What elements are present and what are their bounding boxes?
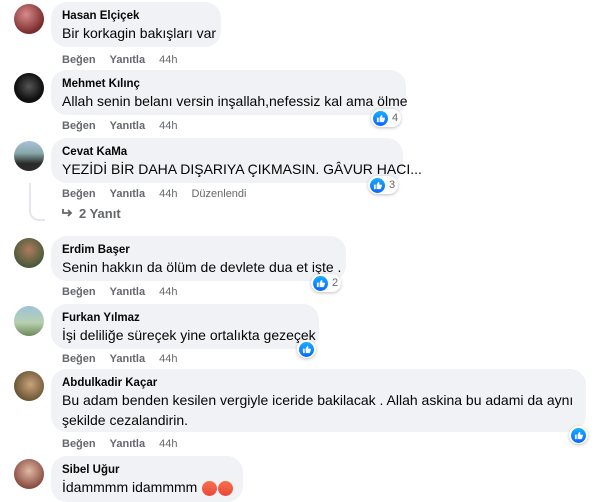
comment-text: Bu adam benden kesilen vergiyle iceride … bbox=[62, 392, 574, 408]
like-reaction-icon bbox=[571, 427, 586, 443]
comment-author[interactable]: Abdulkadir Kaçar bbox=[62, 377, 157, 389]
like-button[interactable]: Beğen bbox=[62, 286, 96, 298]
reply-button[interactable]: Yanıtla bbox=[110, 286, 145, 298]
avatar[interactable] bbox=[14, 371, 44, 401]
avatar[interactable] bbox=[14, 73, 44, 103]
edited-label[interactable]: Düzenlendi bbox=[191, 188, 246, 200]
comment-actions: Beğen Yanıtla 44h Düzenlendi bbox=[62, 188, 261, 200]
comment-bubble: Mehmet Kılınç Allah senin belanı versin … bbox=[51, 70, 408, 115]
reply-button[interactable]: Yanıtla bbox=[110, 188, 145, 200]
comment-bubble: Furkan Yılmaz İşi deliliğe süreçek yine … bbox=[51, 304, 319, 349]
thread-line bbox=[29, 183, 45, 221]
comment-bubble: Erdim Başer Senin hakkın da ölüm de devl… bbox=[51, 236, 346, 281]
comment-actions: Beğen Yanıtla 44h bbox=[62, 438, 191, 450]
comment-actions: Beğen Yanıtla 44h bbox=[62, 353, 191, 365]
comment-author[interactable]: Mehmet Kılınç bbox=[62, 78, 140, 90]
comment-author[interactable]: Erdim Başer bbox=[62, 244, 130, 256]
comment-actions: Beğen Yanıtla 44h bbox=[62, 286, 191, 298]
timestamp[interactable]: 44h bbox=[159, 286, 177, 298]
like-reaction-icon bbox=[370, 177, 385, 193]
like-button[interactable]: Beğen bbox=[62, 438, 96, 450]
angry-emoji-icon bbox=[218, 480, 234, 496]
comment-author[interactable]: Furkan Yılmaz bbox=[62, 312, 140, 324]
avatar[interactable] bbox=[14, 141, 44, 171]
timestamp[interactable]: 44h bbox=[159, 438, 177, 450]
reply-button[interactable]: Yanıtla bbox=[110, 438, 145, 450]
reply-arrow-icon bbox=[62, 206, 74, 221]
comment-author[interactable]: Hasan Elçiçek bbox=[62, 10, 139, 22]
angry-emoji-icon bbox=[202, 480, 218, 496]
comment-actions: Beğen Yanıtla 44h bbox=[62, 120, 191, 132]
comment-text: Allah senin belanı versin inşallah,nefes… bbox=[62, 93, 408, 109]
reaction-count[interactable] bbox=[297, 340, 316, 358]
timestamp[interactable]: 44h bbox=[159, 188, 177, 200]
comment-text: Senin hakkın da ölüm de devlete dua et i… bbox=[62, 259, 342, 275]
like-button[interactable]: Beğen bbox=[62, 188, 96, 200]
like-button[interactable]: Beğen bbox=[62, 120, 96, 132]
timestamp[interactable]: 44h bbox=[159, 120, 177, 132]
reaction-count[interactable]: 2 bbox=[311, 274, 342, 292]
like-reaction-icon bbox=[313, 275, 328, 291]
comment-bubble: Sibel Uğur İdammmm idammmm bbox=[51, 456, 243, 502]
comment-text: Bir korkagin bakışları var bbox=[62, 25, 217, 41]
comment-bubble: Cevat KaMa YEZİDİ BİR DAHA DIŞARIYA ÇIKM… bbox=[51, 138, 422, 183]
comment-bubble: Hasan Elçiçek Bir korkagin bakışları var bbox=[51, 2, 221, 47]
like-button[interactable]: Beğen bbox=[62, 353, 96, 365]
timestamp[interactable]: 44h bbox=[159, 54, 177, 66]
avatar[interactable] bbox=[14, 459, 44, 489]
reaction-count[interactable]: 3 bbox=[368, 176, 399, 194]
comment-text: YEZİDİ BİR DAHA DIŞARIYA ÇIKMASIN. GÂVUR… bbox=[62, 161, 422, 177]
reaction-count[interactable]: 4 bbox=[371, 109, 402, 127]
comment-bubble: Abdulkadir Kaçar Bu adam benden kesilen … bbox=[51, 369, 586, 432]
reply-button[interactable]: Yanıtla bbox=[110, 54, 145, 66]
comment-author[interactable]: Sibel Uğur bbox=[62, 464, 120, 476]
comment-text: şekilde cezalandirin. bbox=[62, 412, 189, 428]
comment-text: İşi deliliğe süreçek yine ortalıkta geze… bbox=[62, 327, 316, 343]
like-button[interactable]: Beğen bbox=[62, 54, 96, 66]
comment-text: İdammmm idammmm bbox=[62, 477, 234, 497]
reaction-count[interactable] bbox=[569, 426, 588, 444]
comment-author[interactable]: Cevat KaMa bbox=[62, 146, 127, 158]
avatar[interactable] bbox=[14, 306, 44, 336]
comment-actions: Beğen Yanıtla 44h bbox=[62, 54, 191, 66]
like-reaction-icon bbox=[373, 110, 388, 126]
view-replies-button[interactable]: 2 Yanıt bbox=[62, 206, 121, 221]
like-reaction-icon bbox=[299, 341, 314, 357]
timestamp[interactable]: 44h bbox=[159, 353, 177, 365]
avatar[interactable] bbox=[14, 238, 44, 268]
avatar[interactable] bbox=[14, 4, 44, 34]
reply-button[interactable]: Yanıtla bbox=[110, 353, 145, 365]
reply-button[interactable]: Yanıtla bbox=[110, 120, 145, 132]
